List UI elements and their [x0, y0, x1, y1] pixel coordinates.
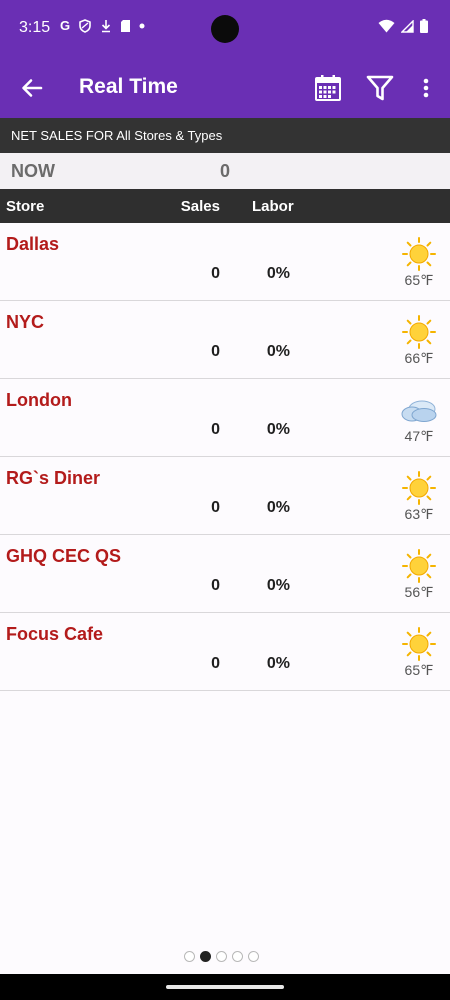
store-labor: 0% [266, 343, 290, 360]
page-dot[interactable] [248, 951, 259, 962]
page-dot[interactable] [216, 951, 227, 962]
store-name: London [6, 390, 72, 410]
status-time: 3:15 [19, 19, 51, 36]
signal-icon [401, 19, 414, 33]
store-name: GHQ CEC QS [6, 546, 122, 566]
page-dot[interactable] [232, 951, 243, 962]
home-gesture-handle[interactable] [166, 985, 284, 989]
more-vert-icon [423, 78, 429, 98]
store-labor: 0% [266, 655, 290, 672]
system-nav-bar [0, 974, 450, 1000]
column-header-store: Store [6, 198, 45, 215]
store-temperature: 56℉ [404, 584, 434, 600]
store-sales: 0 [211, 577, 220, 594]
store-labor: 0% [266, 577, 290, 594]
camera-cutout [211, 15, 239, 43]
store-temperature: 65℉ [404, 272, 434, 288]
net-sales-header: NET SALES FOR All Stores & Types [0, 118, 450, 153]
now-label: NOW [11, 161, 55, 181]
battery-icon [420, 19, 428, 33]
back-button[interactable] [18, 74, 46, 102]
shield-icon [79, 18, 91, 33]
store-row[interactable]: Focus Cafe 0 0% 65℉ [0, 613, 450, 691]
dot-icon [139, 23, 145, 28]
store-sales: 0 [211, 499, 220, 516]
store-row[interactable]: RG`s Diner 0 0% 63℉ [0, 457, 450, 535]
store-name: Focus Cafe [6, 624, 104, 644]
screen: 3:15 G Real Time NET SALES FOR All Store… [0, 0, 450, 1000]
calendar-button[interactable] [313, 73, 343, 103]
store-temperature: 63℉ [404, 506, 434, 522]
page-indicator [184, 951, 259, 962]
download-icon [102, 19, 111, 32]
page-dot-active[interactable] [200, 951, 211, 962]
sunny-weather-icon [402, 549, 436, 583]
store-labor: 0% [266, 421, 290, 438]
page-title: Real Time [79, 75, 178, 98]
page-dot[interactable] [184, 951, 195, 962]
store-temperature: 66℉ [404, 350, 434, 366]
store-name: NYC [6, 312, 45, 332]
cloudy-weather-icon [401, 400, 437, 422]
store-sales: 0 [211, 265, 220, 282]
column-header-sales: Sales [180, 198, 220, 215]
status-bar: 3:15 G [0, 0, 450, 58]
wifi-icon [378, 19, 395, 33]
sunny-weather-icon [402, 627, 436, 661]
arrow-left-icon [22, 79, 43, 97]
store-sales: 0 [211, 421, 220, 438]
sunny-weather-icon [402, 471, 436, 505]
store-name: RG`s Diner [6, 468, 101, 488]
store-list: Dallas 0 0% 65℉ NYC 0 0% 66℉ London 0 0%… [0, 223, 450, 691]
store-temperature: 65℉ [404, 662, 434, 678]
status-icons-right [378, 19, 428, 33]
store-sales: 0 [211, 655, 220, 672]
table-header: Store Sales Labor [0, 189, 450, 223]
store-row[interactable]: Dallas 0 0% 65℉ [0, 223, 450, 301]
more-options-button[interactable] [414, 73, 438, 103]
store-row[interactable]: London 0 0% 47℉ [0, 379, 450, 457]
net-sales-title: NET SALES FOR All Stores & Types [11, 128, 223, 143]
store-temperature: 47℉ [404, 428, 434, 444]
status-icons-left: G [60, 18, 145, 33]
filter-icon [366, 75, 394, 101]
store-name: Dallas [6, 234, 60, 254]
now-row: NOW 0 [0, 153, 450, 189]
now-value: 0 [219, 161, 230, 181]
sunny-weather-icon [402, 315, 436, 349]
store-row[interactable]: GHQ CEC QS 0 0% 56℉ [0, 535, 450, 613]
column-header-labor: Labor [252, 198, 294, 215]
google-icon: G [60, 18, 71, 33]
store-labor: 0% [266, 499, 290, 516]
store-sales: 0 [211, 343, 220, 360]
filter-button[interactable] [365, 73, 395, 103]
store-row[interactable]: NYC 0 0% 66℉ [0, 301, 450, 379]
sd-card-icon [121, 19, 131, 32]
app-bar: Real Time [0, 58, 450, 118]
sunny-weather-icon [402, 237, 436, 271]
calendar-icon [315, 75, 341, 101]
store-labor: 0% [266, 265, 290, 282]
